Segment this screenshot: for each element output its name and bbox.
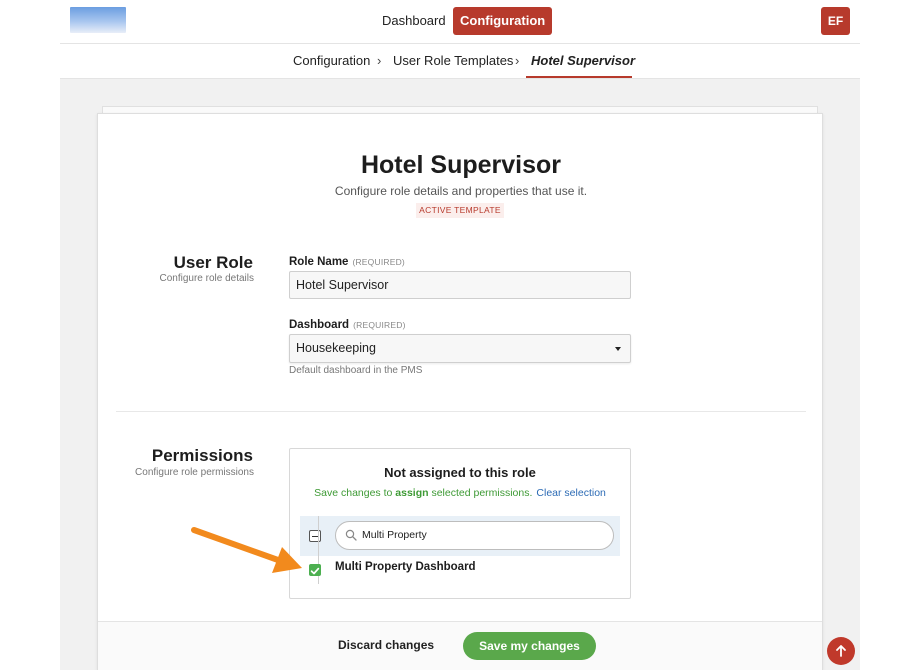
dashboard-help-text: Default dashboard in the PMS — [289, 365, 423, 376]
role-template-card: Hotel Supervisor Configure role details … — [97, 113, 823, 670]
save-hint-message: Save changes to assign selected permissi… — [290, 487, 630, 499]
checkmark-icon — [310, 567, 320, 575]
section-divider — [116, 411, 806, 412]
filter-row — [300, 516, 620, 556]
caret-down-icon — [615, 347, 621, 351]
permission-search-box[interactable] — [335, 521, 614, 550]
breadcrumb-configuration[interactable]: Configuration — [293, 44, 370, 78]
breadcrumb-separator: › — [515, 53, 520, 68]
permissions-section-desc: Configure role permissions — [135, 467, 254, 478]
breadcrumb-current-page: Hotel Supervisor — [531, 53, 636, 68]
dashboard-select[interactable]: Housekeeping — [289, 334, 631, 363]
nav-configuration-link[interactable]: Configuration — [453, 7, 553, 35]
hint-text: selected permissions. — [428, 487, 533, 499]
hint-text: Save changes to — [314, 487, 396, 499]
user-role-section-title: User Role — [173, 253, 253, 272]
role-name-label-text: Role Name — [289, 256, 349, 268]
required-tag: (REQUIRED) — [353, 320, 406, 330]
status-badge: ACTIVE TEMPLATE — [416, 203, 504, 218]
annotation-arrow-icon — [191, 527, 302, 573]
nav-dashboard-link[interactable]: Dashboard — [374, 7, 454, 35]
page-subtitle: Configure role details and properties th… — [334, 184, 588, 198]
arrow-up-icon — [836, 645, 846, 657]
dashboard-label-text: Dashboard — [289, 319, 350, 331]
user-avatar[interactable]: EF — [821, 7, 850, 35]
breadcrumb-separator: › — [377, 53, 382, 68]
discard-changes-button[interactable]: Discard changes — [338, 638, 434, 652]
select-all-indeterminate-checkbox[interactable] — [309, 530, 321, 542]
user-role-section-desc: Configure role details — [159, 273, 255, 284]
role-name-input[interactable] — [289, 271, 631, 299]
dashboard-selected-value: Housekeeping — [296, 341, 376, 355]
breadcrumb: Configuration › User Role Templates › Ho… — [60, 44, 860, 79]
permission-checkbox-checked[interactable] — [309, 564, 321, 576]
clear-selection-link[interactable]: Clear selection — [536, 487, 605, 499]
company-logo[interactable] — [70, 7, 126, 33]
role-name-label: Role Name (REQUIRED) — [289, 256, 405, 268]
breadcrumb-active-indicator — [526, 76, 632, 78]
save-changes-button[interactable]: Save my changes — [463, 632, 596, 660]
required-tag: (REQUIRED) — [352, 257, 405, 267]
form-footer: Discard changes Save my changes — [98, 621, 822, 670]
unassigned-permissions-panel: Not assigned to this role Save changes t… — [289, 448, 631, 599]
search-icon — [345, 529, 357, 541]
app-window: Dashboard Configuration EF Configuration… — [60, 0, 860, 670]
hint-emphasis: assign — [395, 487, 429, 499]
permissions-section-title: Permissions — [151, 446, 253, 465]
permission-item-label[interactable]: Multi Property Dashboard — [335, 561, 476, 573]
top-navigation-bar: Dashboard Configuration EF — [60, 0, 860, 44]
scroll-to-top-button[interactable] — [827, 637, 855, 665]
dashboard-label: Dashboard (REQUIRED) — [289, 319, 406, 331]
panel-title: Not assigned to this role — [384, 465, 536, 480]
breadcrumb-user-role-templates[interactable]: User Role Templates — [393, 44, 513, 78]
page-title: Hotel Supervisor — [360, 151, 562, 179]
search-input[interactable] — [362, 522, 602, 549]
